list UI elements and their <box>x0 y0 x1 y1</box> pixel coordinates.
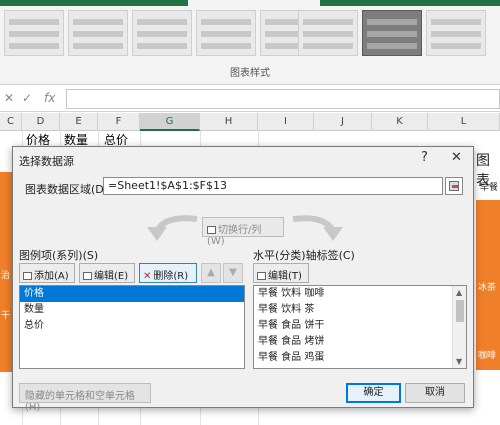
add-series-label: 添加(A) <box>34 271 69 282</box>
switch-icon <box>207 226 216 234</box>
column-header-active[interactable]: G <box>140 113 200 131</box>
column-header[interactable]: J <box>314 113 372 131</box>
chart-data-range-label: 图表数据区域(D): <box>25 183 112 196</box>
chart-style-thumbnail[interactable] <box>4 10 64 56</box>
cancel-button[interactable]: 取消 <box>405 383 465 403</box>
list-item[interactable]: 早餐 食品 烤饼 <box>254 334 466 350</box>
help-icon[interactable]: ? <box>421 150 428 165</box>
edit-axis-labels-label: 编辑(T) <box>268 271 302 282</box>
check-icon[interactable]: ✓ <box>22 91 32 105</box>
ok-button[interactable]: 确定 <box>346 383 401 403</box>
column-header[interactable]: D <box>22 113 60 131</box>
switch-row-column-button[interactable]: 切换行/列(W) <box>202 217 284 247</box>
legend-entries-label: 图例项(系列)(S) <box>19 249 99 262</box>
ribbon-accent-bar <box>0 0 188 6</box>
chart-fragment-right: 冰茶 咖啡 <box>476 200 500 370</box>
range-collapse-button[interactable] <box>445 177 463 195</box>
chart-style-thumbnail[interactable] <box>298 10 358 56</box>
chart-fragment-left: 治 干 <box>0 172 12 372</box>
list-item[interactable]: 早餐 食品 鸡蛋 <box>254 350 466 366</box>
edit-icon <box>83 272 92 280</box>
ribbon: 图表样式 <box>0 0 500 85</box>
scroll-down-icon[interactable]: ▼ <box>456 357 462 366</box>
chart-data-range-input[interactable]: =Sheet1!$A$1:$F$13 <box>103 177 443 195</box>
hidden-empty-cells-button[interactable]: 隐藏的单元格和空单元格(H) <box>19 383 151 413</box>
column-header-row: C D E F G H I J K L <box>0 113 500 131</box>
column-header[interactable]: L <box>428 113 500 131</box>
edit-axis-labels-button[interactable]: 编辑(T) <box>253 263 309 283</box>
scroll-up-icon[interactable]: ▲ <box>456 288 462 297</box>
chart-fragment-label: 咖啡 <box>478 351 497 361</box>
edit-series-label: 编辑(E) <box>94 271 129 282</box>
chart-style-thumbnail[interactable] <box>68 10 128 56</box>
range-select-icon <box>449 181 459 191</box>
move-up-button[interactable]: ▲ <box>201 263 221 283</box>
move-down-button[interactable]: ▼ <box>223 263 243 283</box>
ribbon-group-label: 图表样式 <box>230 68 270 79</box>
delete-icon: ✕ <box>143 271 152 282</box>
list-item[interactable]: 早餐 食品 饼干 <box>254 318 466 334</box>
chart-fragment-label: 冰茶 <box>478 283 497 293</box>
list-item[interactable]: 总价 <box>20 318 244 334</box>
formula-bar: ✕ ✓ fx <box>0 86 500 112</box>
axis-labels-list[interactable]: 早餐 饮料 咖啡 早餐 饮料 茶 早餐 食品 饼干 早餐 食品 烤饼 早餐 食品… <box>253 285 467 369</box>
delete-series-label: 删除(R) <box>153 271 189 282</box>
column-header[interactable]: F <box>98 113 140 131</box>
curved-arrow-right-icon <box>292 215 343 241</box>
column-header[interactable]: I <box>258 113 314 131</box>
formula-input[interactable] <box>66 89 500 109</box>
horizontal-axis-labels-label: 水平(分类)轴标签(C) <box>253 249 355 262</box>
delete-series-button[interactable]: ✕ 删除(R) <box>139 263 197 283</box>
chart-style-thumbnail-selected[interactable] <box>362 10 422 56</box>
scroll-thumb[interactable] <box>456 300 464 322</box>
list-item[interactable]: 数量 <box>20 302 244 318</box>
chart-style-thumbnail[interactable] <box>132 10 192 56</box>
chart-legend-fragment: 早餐 <box>480 183 499 193</box>
insert-function-icon[interactable]: fx <box>44 91 55 105</box>
close-icon[interactable]: ✕ <box>451 150 462 165</box>
chart-style-thumbnail[interactable] <box>196 10 256 56</box>
list-item[interactable]: 早餐 饮料 咖啡 <box>254 286 466 302</box>
dialog-title: 选择数据源 <box>19 155 74 168</box>
column-header[interactable]: K <box>372 113 428 131</box>
edit-icon <box>257 272 266 280</box>
chart-fragment-label: 干 <box>1 311 11 321</box>
ribbon-accent-bar <box>320 0 500 6</box>
edit-series-button[interactable]: 编辑(E) <box>79 263 135 283</box>
list-item[interactable]: 价格 <box>20 286 244 302</box>
legend-series-list[interactable]: 价格 数量 总价 <box>19 285 245 369</box>
cancel-icon[interactable]: ✕ <box>4 91 14 105</box>
add-series-button[interactable]: 添加(A) <box>19 263 75 283</box>
column-header[interactable]: E <box>60 113 98 131</box>
list-item[interactable]: 早餐 饮料 茶 <box>254 302 466 318</box>
chart-style-thumbnail[interactable] <box>426 10 486 56</box>
column-header[interactable]: C <box>0 113 22 131</box>
add-icon <box>23 272 32 280</box>
scrollbar[interactable]: ▲ ▼ <box>452 286 466 368</box>
select-data-source-dialog: 选择数据源 ? ✕ 图表数据区域(D): =Sheet1!$A$1:$F$13 … <box>12 146 474 413</box>
column-header[interactable]: H <box>200 113 258 131</box>
chart-fragment-label: 治 <box>1 271 11 281</box>
curved-arrow-left-icon <box>147 215 198 241</box>
